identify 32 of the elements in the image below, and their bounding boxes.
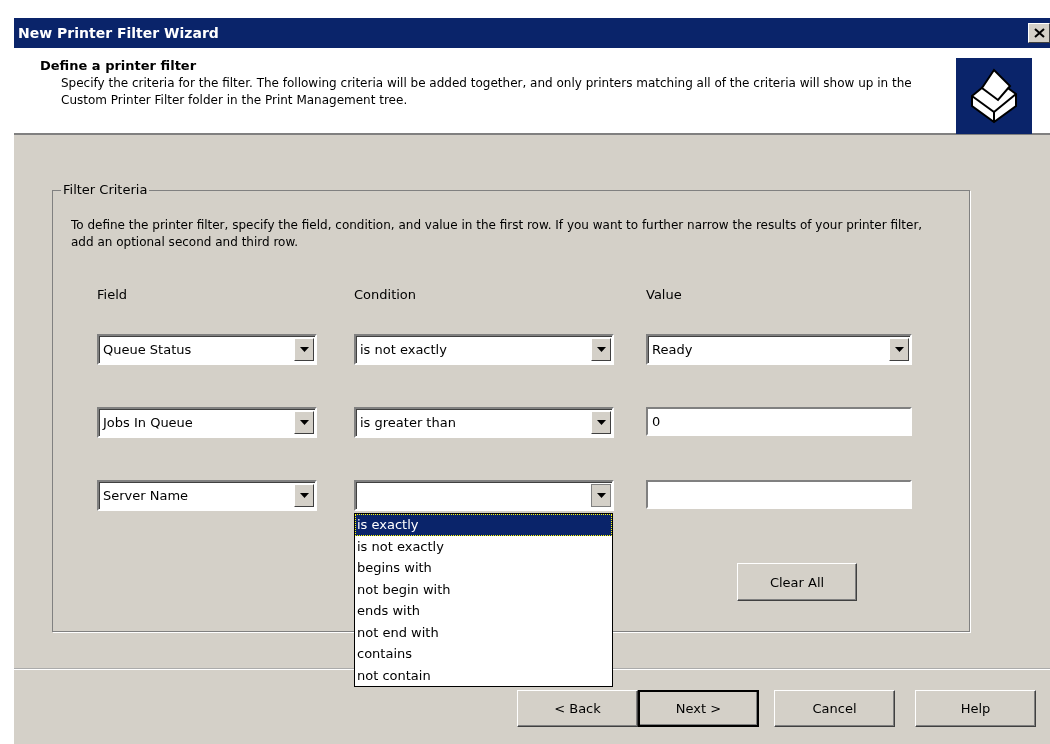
close-icon [1033, 28, 1045, 38]
page-title: Define a printer filter [40, 58, 198, 73]
column-header: Condition [354, 287, 417, 302]
dropdown-option[interactable]: begins with [355, 557, 612, 579]
wizard-button[interactable]: Cancel [774, 690, 895, 727]
dropdown-option[interactable]: is not exactly [355, 535, 612, 557]
dropdown-option[interactable]: not contain [355, 664, 612, 686]
dropdown[interactable]: Server Name [97, 480, 317, 511]
dropdown[interactable] [354, 480, 614, 511]
dropdown-option[interactable]: contains [355, 643, 612, 665]
dropdown-option[interactable]: not begin with [355, 578, 612, 600]
close-button[interactable] [1028, 23, 1050, 43]
input-field[interactable] [646, 480, 912, 509]
window-title: New Printer Filter Wizard [18, 25, 219, 41]
column-header: Value [646, 287, 682, 302]
dropdown-option[interactable]: ends with [355, 600, 612, 622]
dropdown[interactable]: Queue Status [97, 334, 317, 365]
page-description: Specify the criteria for the filter. The following criteria will be added together, and only printers matching all of the criteria will show up in the Custom Printer Filter folder in the Print Management tree. [60, 75, 913, 109]
dropdown[interactable]: Jobs In Queue [97, 407, 317, 438]
dropdown-option[interactable]: is exactly [355, 514, 612, 536]
dropdown[interactable]: Ready [646, 334, 912, 365]
dropdown[interactable]: is greater than [354, 407, 614, 438]
group-label: Filter Criteria [61, 182, 150, 197]
column-header: Field [97, 287, 127, 302]
instructions-text: To define the printer filter, specify the field, condition, and value in the first row. If you want to further narrow the results of your printer filter, add an optional second and third row. [71, 217, 924, 251]
clear-all-button[interactable]: Clear All [737, 563, 857, 601]
input-field[interactable]: 0 [646, 407, 912, 436]
dropdown[interactable]: is not exactly [354, 334, 614, 365]
dropdown-option[interactable]: not end with [355, 621, 612, 643]
wizard-button[interactable]: Next > [638, 690, 759, 727]
wizard-button[interactable]: Help [915, 690, 1036, 727]
wizard-button[interactable]: < Back [517, 690, 638, 727]
